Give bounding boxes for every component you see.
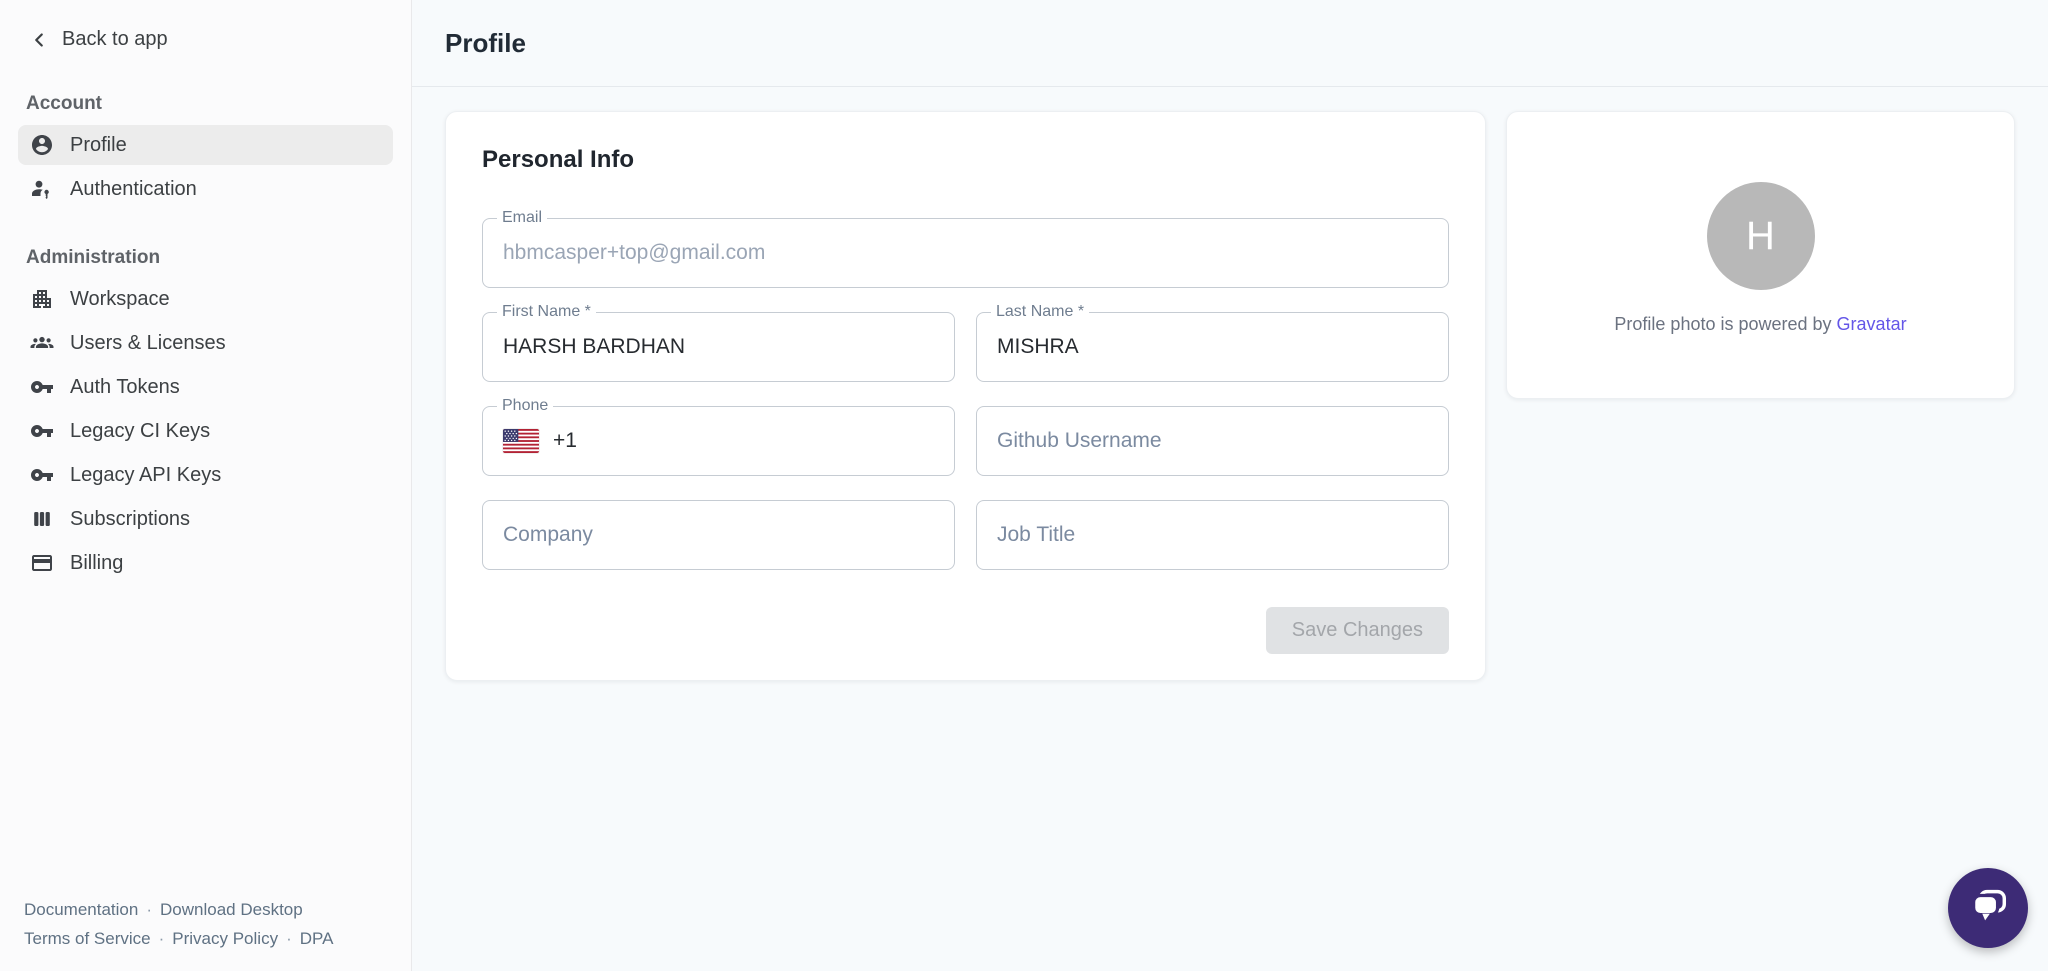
key-icon	[30, 375, 54, 399]
personal-info-title: Personal Info	[482, 146, 1449, 174]
sidebar: Back to app Account Profile Authenticati…	[0, 0, 412, 971]
sidebar-item-label: Legacy API Keys	[70, 464, 221, 487]
account-circle-icon	[30, 133, 54, 157]
chevron-left-icon	[28, 29, 50, 51]
section-title-account: Account	[26, 93, 385, 115]
sidebar-item-label: Workspace	[70, 288, 170, 311]
key-icon	[30, 463, 54, 487]
last-name-label: Last Name *	[991, 303, 1089, 321]
sidebar-item-workspace[interactable]: Workspace	[18, 279, 393, 319]
sidebar-item-label: Users & Licenses	[70, 332, 226, 355]
company-field[interactable]	[482, 500, 955, 570]
sidebar-item-legacy-api-keys[interactable]: Legacy API Keys	[18, 455, 393, 495]
github-username-input[interactable]	[997, 429, 1428, 453]
sidebar-item-label: Legacy CI Keys	[70, 420, 210, 443]
job-title-input[interactable]	[997, 523, 1428, 547]
page-title: Profile	[445, 28, 526, 59]
groups-icon	[30, 331, 54, 355]
job-title-field[interactable]	[976, 500, 1449, 570]
email-field: Email	[482, 218, 1449, 288]
company-input[interactable]	[503, 523, 934, 547]
email-input	[503, 241, 1428, 265]
first-name-field[interactable]: First Name *	[482, 312, 955, 382]
gravatar-card: H Profile photo is powered by Gravatar	[1506, 111, 2015, 399]
key-icon	[30, 419, 54, 443]
first-name-label: First Name *	[497, 303, 596, 321]
first-name-input[interactable]	[503, 335, 934, 359]
gravatar-caption: Profile photo is powered by Gravatar	[1614, 314, 1906, 335]
chat-bubbles-icon	[1965, 883, 2011, 934]
sidebar-item-authentication[interactable]: Authentication	[18, 169, 393, 209]
sidebar-item-auth-tokens[interactable]: Auth Tokens	[18, 367, 393, 407]
sidebar-item-label: Profile	[70, 134, 127, 157]
sidebar-item-label: Auth Tokens	[70, 376, 180, 399]
credit-card-icon	[30, 551, 54, 575]
chat-widget-button[interactable]	[1948, 868, 2028, 948]
sidebar-item-subscriptions[interactable]: Subscriptions	[18, 499, 393, 539]
main-area: Profile Personal Info Email First Name *	[412, 0, 2048, 971]
footer-link-download-desktop[interactable]: Download Desktop	[160, 900, 303, 919]
sidebar-item-legacy-ci-keys[interactable]: Legacy CI Keys	[18, 411, 393, 451]
sidebar-item-label: Authentication	[70, 178, 197, 201]
sidebar-item-billing[interactable]: Billing	[18, 543, 393, 583]
phone-label: Phone	[497, 397, 553, 415]
content-area: Personal Info Email First Name * Last Na…	[412, 87, 2048, 705]
bars-icon	[30, 507, 54, 531]
footer-link-terms-of-service[interactable]: Terms of Service	[24, 929, 151, 948]
footer-link-privacy-policy[interactable]: Privacy Policy	[172, 929, 278, 948]
app-window: Back to app Account Profile Authenticati…	[0, 0, 2048, 971]
sidebar-footer: Documentation · Download Desktop Terms of …	[18, 895, 393, 953]
personal-info-card: Personal Info Email First Name * Last Na…	[445, 111, 1486, 681]
sidebar-item-label: Billing	[70, 552, 123, 575]
phone-field[interactable]: Phone	[482, 406, 955, 476]
avatar: H	[1707, 182, 1815, 290]
save-changes-button[interactable]: Save Changes	[1266, 607, 1449, 654]
sidebar-item-profile[interactable]: Profile	[18, 125, 393, 165]
footer-link-dpa[interactable]: DPA	[300, 929, 334, 948]
back-to-app-label: Back to app	[62, 28, 168, 51]
last-name-field[interactable]: Last Name *	[976, 312, 1449, 382]
github-username-field[interactable]	[976, 406, 1449, 476]
gravatar-caption-text: Profile photo is powered by	[1614, 314, 1836, 334]
footer-separator: ·	[286, 929, 292, 948]
sidebar-item-users-licenses[interactable]: Users & Licenses	[18, 323, 393, 363]
back-to-app-button[interactable]: Back to app	[22, 22, 393, 57]
page-header: Profile	[412, 0, 2048, 87]
footer-separator: ·	[159, 929, 165, 948]
us-flag-icon[interactable]	[503, 429, 539, 453]
phone-input[interactable]	[553, 429, 934, 453]
person-key-icon	[30, 177, 54, 201]
email-label: Email	[497, 209, 547, 227]
last-name-input[interactable]	[997, 335, 1428, 359]
gravatar-link[interactable]: Gravatar	[1837, 314, 1907, 334]
building-icon	[30, 287, 54, 311]
section-title-administration: Administration	[26, 247, 385, 269]
sidebar-item-label: Subscriptions	[70, 508, 190, 531]
footer-link-documentation[interactable]: Documentation	[24, 900, 138, 919]
footer-separator: ·	[146, 900, 152, 919]
